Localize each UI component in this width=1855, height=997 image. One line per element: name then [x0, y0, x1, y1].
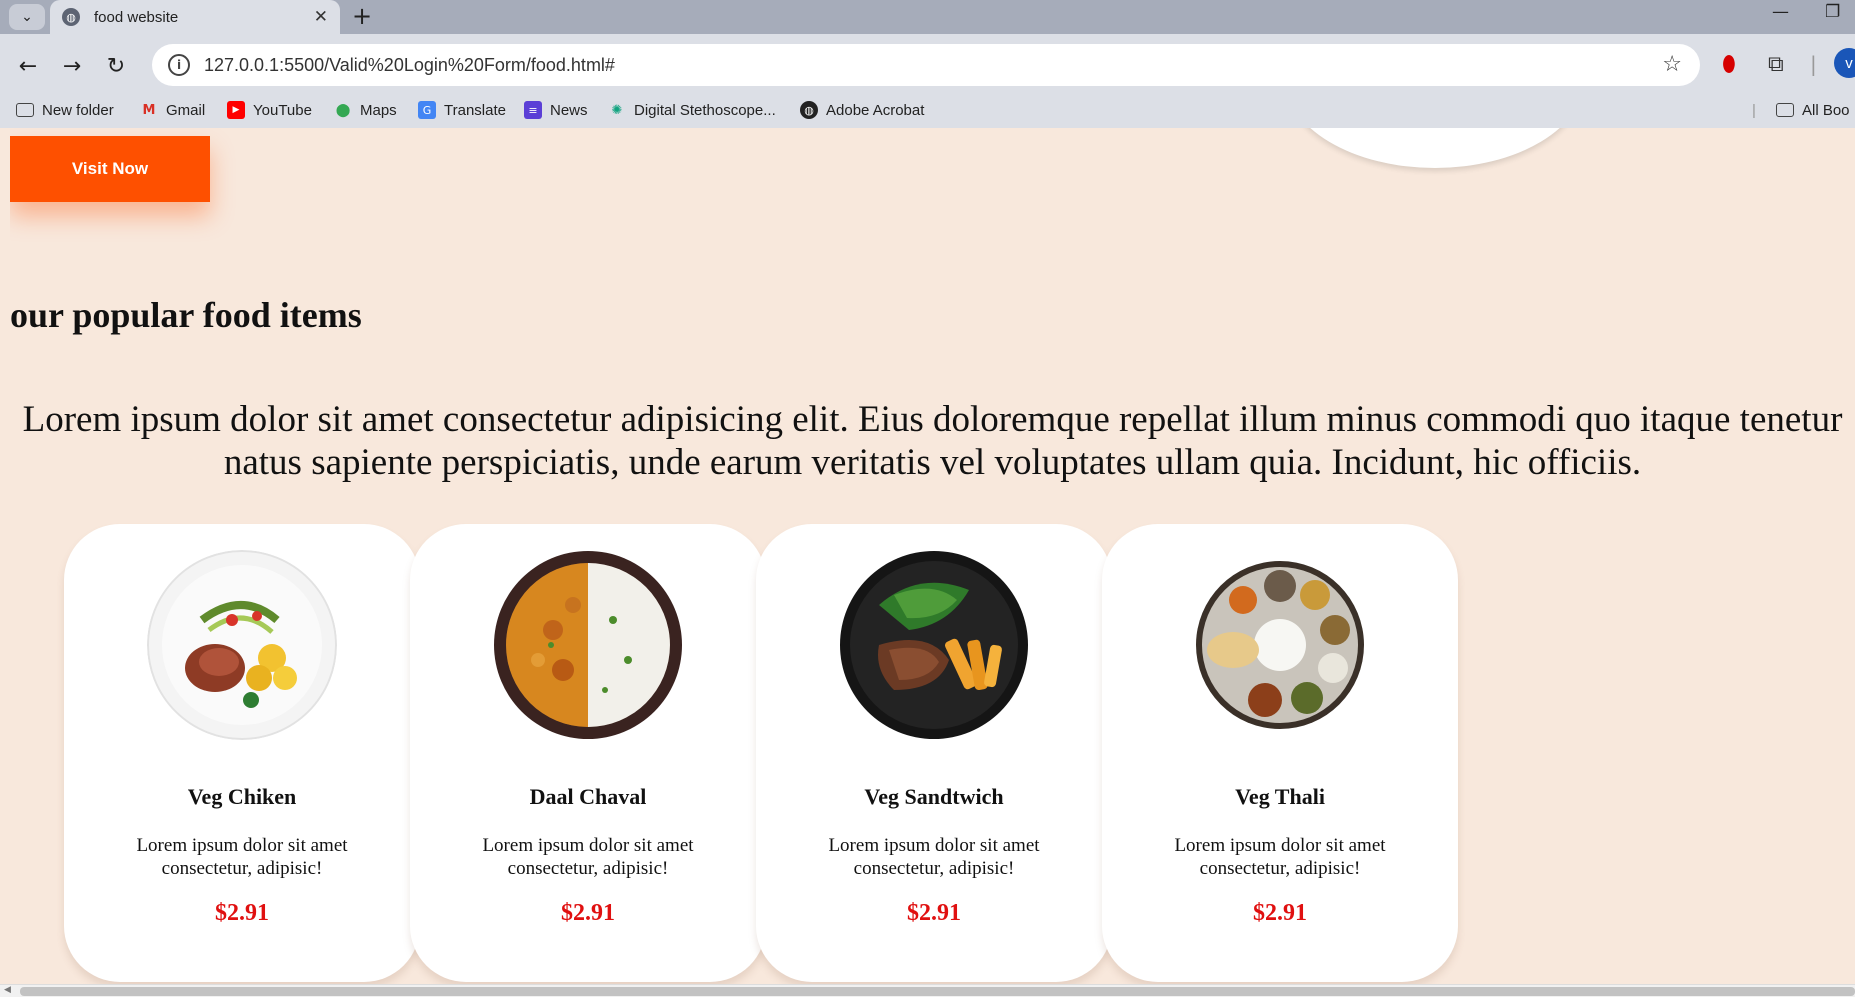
food-image-grilled-meat-plate — [147, 550, 337, 740]
description-line-2: natus sapiente perspiciatis, unde earum … — [223, 442, 1642, 483]
bookmark-gmail[interactable]: M Gmail — [140, 93, 206, 127]
bookmarks-divider: | — [1752, 101, 1756, 119]
tab-title: food website — [94, 8, 179, 26]
translate-icon: G — [418, 101, 436, 119]
food-price: $2.91 — [561, 900, 615, 926]
food-description: Lorem ipsum dolor sit amet consectetur, … — [828, 835, 1040, 879]
bookmark-digital-stethoscope[interactable]: ✺ Digital Stethoscope... — [608, 93, 776, 127]
url-text[interactable]: 127.0.0.1:5500/Valid%20Login%20Form/food… — [204, 55, 615, 76]
reload-icon: ↻ — [106, 53, 126, 79]
scrollbar-thumb[interactable] — [20, 987, 1855, 996]
bookmark-label: YouTube — [253, 101, 312, 119]
plus-icon: + — [352, 2, 373, 30]
food-price: $2.91 — [215, 900, 269, 926]
arrow-left-icon: ← — [18, 53, 38, 79]
bookmarks-bar: New folder M Gmail ▶ YouTube ⬤ Maps G Transl… — [0, 93, 1855, 127]
youtube-icon: ▶ — [227, 101, 245, 119]
folder-icon — [1776, 103, 1794, 117]
browser-tabstrip: ⌄ ◍ food website ✕ + — ❐ — [0, 0, 1855, 34]
bookmark-label: Adobe Acrobat — [826, 101, 925, 119]
bookmark-label: Translate — [444, 101, 506, 119]
arrow-right-icon: → — [62, 53, 82, 79]
reload-button[interactable]: ↻ — [100, 50, 132, 82]
gmail-icon: M — [142, 102, 156, 118]
close-icon[interactable]: ✕ — [314, 7, 328, 27]
globe-icon: ◍ — [800, 101, 818, 119]
food-image-steak-fries-plate — [840, 551, 1028, 739]
food-image-curry-rice-bowl — [494, 551, 682, 739]
food-card[interactable]: Veg Sandtwich Lorem ipsum dolor sit amet… — [756, 524, 1112, 982]
bookmark-label: News — [550, 101, 588, 119]
globe-icon: ◍ — [62, 8, 80, 26]
bookmark-label: New folder — [42, 101, 114, 119]
bookmark-label: Gmail — [166, 101, 206, 119]
folder-icon — [16, 103, 34, 117]
chatgpt-icon: ✺ — [611, 102, 623, 118]
food-price: $2.91 — [907, 900, 961, 926]
restore-icon: ❐ — [1825, 2, 1841, 22]
hero-plate-image — [1285, 128, 1585, 168]
section-title: our popular food items — [10, 295, 362, 335]
food-description: Lorem ipsum dolor sit amet consectetur, … — [1174, 835, 1386, 879]
browser-tab[interactable]: ◍ food website ✕ — [50, 0, 340, 34]
visit-now-button[interactable]: Visit Now — [10, 136, 210, 202]
profile-avatar[interactable]: v — [1834, 48, 1855, 78]
scroll-left-icon[interactable]: ◀ — [4, 985, 11, 995]
bookmark-news[interactable]: ≡ News — [524, 93, 588, 127]
address-bar[interactable]: i 127.0.0.1:5500/Valid%20Login%20Form/fo… — [152, 44, 1700, 86]
chevron-down-icon: ⌄ — [21, 9, 33, 25]
bookmark-label: Maps — [360, 101, 397, 119]
bookmark-star-icon[interactable]: ☆ — [1662, 52, 1682, 77]
food-name: Veg Thali — [1235, 784, 1325, 809]
bookmark-new-folder[interactable]: New folder — [16, 93, 114, 127]
minimize-button[interactable]: — — [1772, 2, 1789, 22]
horizontal-scrollbar[interactable]: ◀ — [0, 984, 1855, 997]
bookmark-maps[interactable]: ⬤ Maps — [334, 93, 397, 127]
bookmark-translate[interactable]: G Translate — [418, 93, 506, 127]
food-description: Lorem ipsum dolor sit amet consectetur, … — [482, 835, 694, 879]
news-icon: ≡ — [524, 101, 542, 119]
forward-button[interactable]: → — [56, 50, 88, 82]
opera-extension-icon[interactable]: ⬮ — [1722, 52, 1736, 77]
section-description: Lorem ipsum dolor sit amet consectetur a… — [10, 398, 1855, 484]
bookmark-label: Digital Stethoscope... — [634, 101, 776, 119]
food-price: $2.91 — [1253, 900, 1307, 926]
food-image-thali-platter — [1196, 561, 1364, 729]
description-line-1: Lorem ipsum dolor sit amet consectetur a… — [22, 399, 1843, 440]
toolbar-divider: | — [1810, 52, 1817, 76]
new-tab-button[interactable]: + — [352, 2, 372, 30]
site-info-icon[interactable]: i — [168, 54, 190, 76]
food-card[interactable]: Veg Thali Lorem ipsum dolor sit amet con… — [1102, 524, 1458, 982]
browser-toolbar: ← → ↻ i 127.0.0.1:5500/Valid%20Login%20F… — [0, 34, 1855, 128]
page-content: Visit Now our popular food items Lorem i… — [10, 128, 1855, 984]
food-name: Daal Chaval — [529, 784, 647, 809]
minimize-icon: — — [1772, 2, 1789, 22]
food-card[interactable]: Veg Chiken Lorem ipsum dolor sit amet co… — [64, 524, 420, 982]
all-bookmarks-button[interactable]: All Boo — [1776, 93, 1850, 127]
food-card[interactable]: Daal Chaval Lorem ipsum dolor sit amet c… — [410, 524, 766, 982]
tab-search-button[interactable]: ⌄ — [9, 4, 45, 30]
back-button[interactable]: ← — [12, 50, 44, 82]
food-name: Veg Sandtwich — [864, 784, 1004, 809]
food-description: Lorem ipsum dolor sit amet consectetur, … — [136, 835, 348, 879]
all-bookmarks-label: All Boo — [1802, 101, 1850, 119]
bookmark-youtube[interactable]: ▶ YouTube — [227, 93, 312, 127]
extensions-puzzle-icon[interactable]: ⧉ — [1768, 52, 1784, 77]
food-name: Veg Chiken — [187, 784, 297, 809]
maps-icon: ⬤ — [335, 102, 351, 118]
bookmark-adobe-acrobat[interactable]: ◍ Adobe Acrobat — [800, 93, 924, 127]
restore-button[interactable]: ❐ — [1825, 2, 1840, 22]
